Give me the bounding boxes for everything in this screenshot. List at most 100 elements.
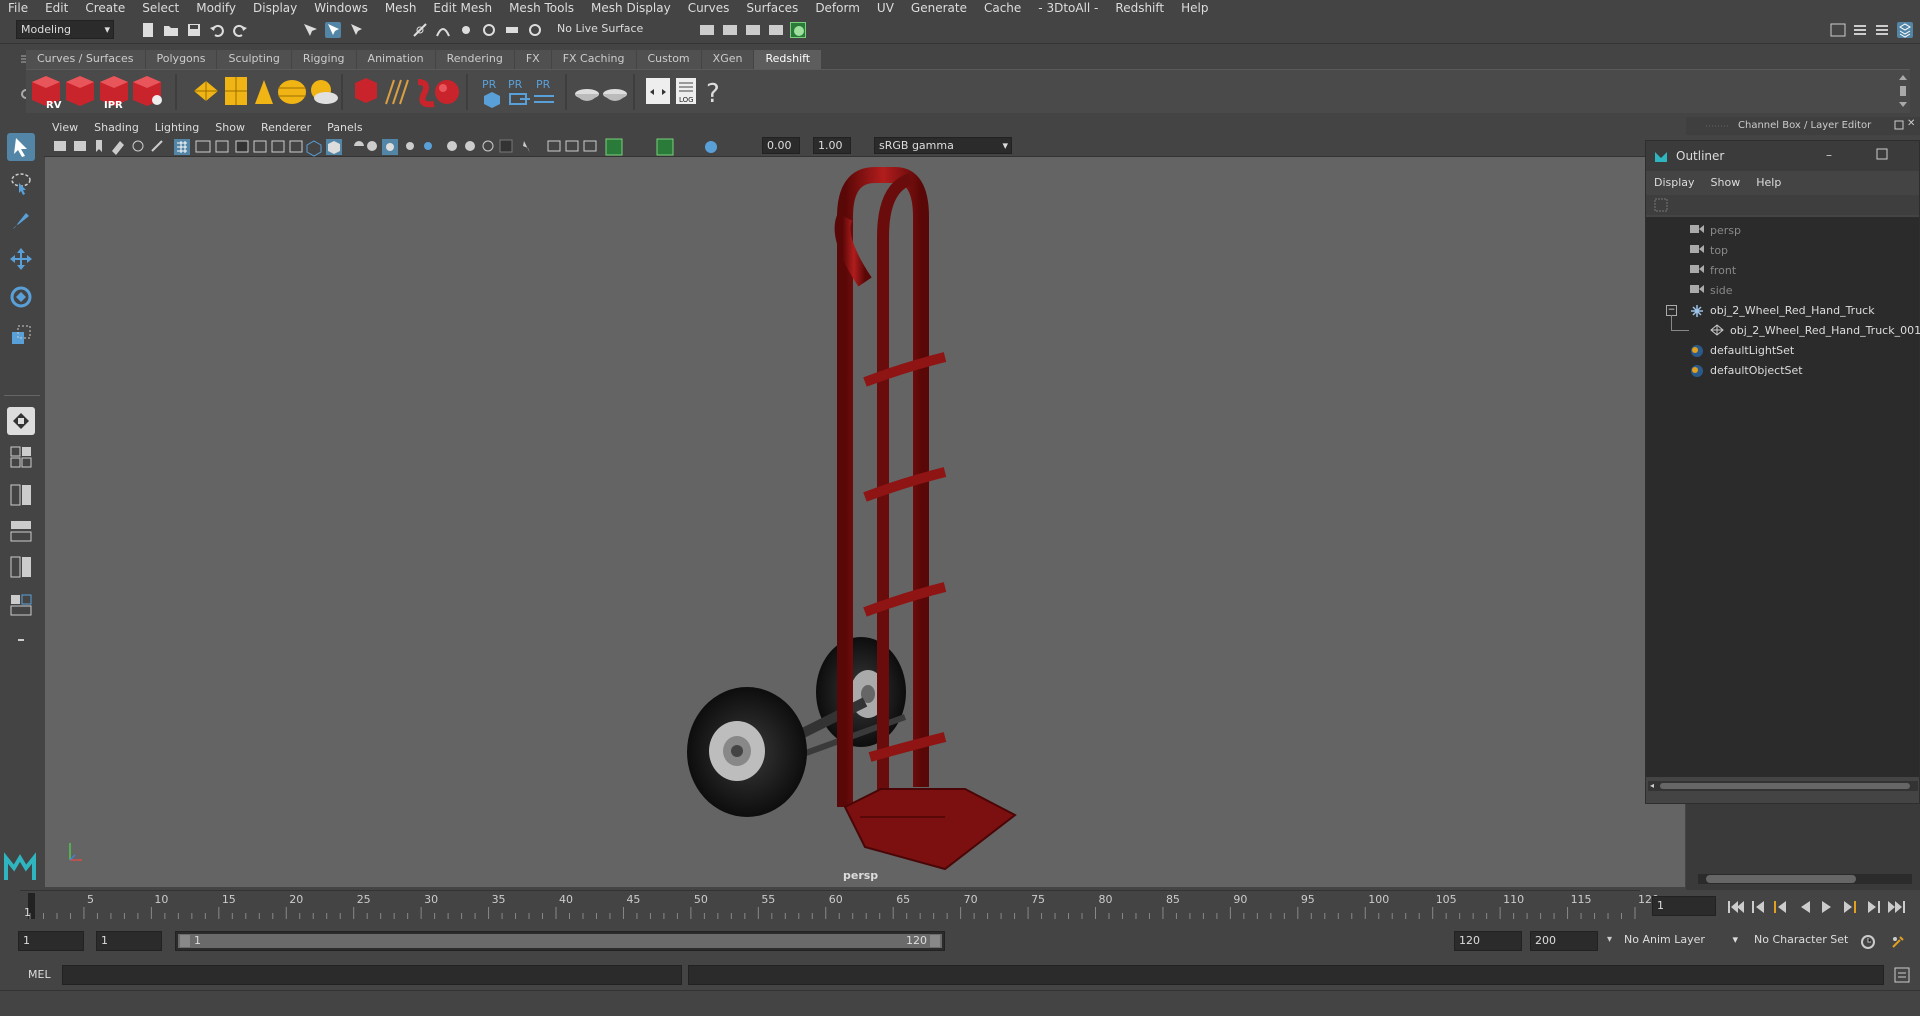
menu-redshift[interactable]: Redshift (1107, 0, 1173, 16)
snap-grid-icon[interactable] (412, 22, 428, 38)
range-end-grip[interactable] (930, 935, 940, 947)
maximize-icon[interactable] (1876, 148, 1888, 163)
outliner-item-obj-2-wheel-red-hand-truck-001[interactable]: obj_2_Wheel_Red_Hand_Truck_001 (1646, 315, 1920, 341)
snap-live-icon[interactable] (527, 22, 543, 38)
help-icon[interactable]: ? (706, 79, 720, 109)
menu-help[interactable]: Help (1173, 0, 1217, 16)
film-gate-icon[interactable] (195, 140, 211, 153)
menu-modify[interactable]: Modify (188, 0, 245, 16)
shelf-tab-fx[interactable]: FX (514, 50, 551, 69)
rs-render-icon[interactable] (66, 76, 94, 106)
shadows-icon[interactable] (406, 142, 414, 150)
rs-hair-icon[interactable] (385, 79, 409, 105)
new-scene-icon[interactable] (140, 22, 156, 38)
rs-pr-export-icon[interactable] (509, 93, 530, 105)
shelf-tab-rigging[interactable]: Rigging (291, 50, 356, 69)
menu-mesh-tools[interactable]: Mesh Tools (501, 0, 583, 16)
menu-edit[interactable]: Edit (37, 0, 77, 16)
channel-box-toggle-icon[interactable] (1897, 22, 1913, 38)
panel-menu-show[interactable]: Show (207, 121, 253, 134)
chevron-down-icon[interactable]: ▾ (1607, 934, 1612, 945)
shelf-scroll-arrows[interactable] (1898, 72, 1908, 110)
2d-pan-zoom-icon[interactable] (132, 140, 144, 152)
range-slider[interactable]: 1 120 (175, 931, 945, 951)
snap-surface-icon[interactable] (504, 22, 520, 38)
gamma-toggle-icon[interactable] (656, 138, 674, 156)
backface-icon[interactable] (583, 140, 597, 152)
go-to-start-icon[interactable] (1728, 901, 1744, 913)
textured-icon[interactable] (367, 141, 377, 151)
rs-dome-light-icon[interactable] (278, 80, 306, 104)
outliner-hscrollbar[interactable]: ◂ (1648, 781, 1918, 791)
command-input[interactable] (62, 965, 682, 985)
step-back-icon[interactable] (1752, 901, 1764, 913)
step-forward-key-icon[interactable] (1844, 901, 1856, 913)
shelf-tab-curves-surfaces[interactable]: Curves / Surfaces (26, 50, 145, 69)
menu-display[interactable]: Display (245, 0, 306, 16)
time-slider[interactable]: 5 10 15 20 25 30 35 40 45 50 55 60 65 70 75 80 85 90 95 100… (20, 890, 1659, 920)
move-tool-icon[interactable] (7, 245, 35, 273)
ipr-render-icon[interactable] (745, 22, 761, 38)
xray-icon[interactable] (523, 141, 530, 153)
grease-pencil-icon[interactable] (151, 140, 163, 152)
bookmark-icon[interactable] (96, 140, 102, 152)
safe-action-icon[interactable] (271, 140, 285, 153)
camera-attributes-icon[interactable] (74, 141, 86, 151)
toolbox-more-icon[interactable] (7, 631, 35, 649)
hypershade-icon[interactable] (790, 22, 806, 38)
animation-end-field[interactable]: 200 (1530, 931, 1598, 951)
shelf-tab-fx-caching[interactable]: FX Caching (551, 50, 636, 69)
gamma-field[interactable]: 1.00 (813, 137, 851, 154)
menu-cache[interactable]: Cache (976, 0, 1030, 16)
minimize-icon[interactable]: – (1826, 148, 1832, 162)
step-back-key-icon[interactable] (1774, 901, 1786, 913)
step-forward-icon[interactable] (1868, 901, 1880, 913)
menuset-dropdown[interactable]: Modeling ▾ (16, 20, 114, 39)
play-back-icon[interactable] (1801, 901, 1810, 913)
wireframe-icon[interactable] (306, 140, 322, 157)
float-icon[interactable] (1894, 119, 1904, 134)
live-surface-field[interactable]: No Live Surface (553, 20, 653, 39)
menu-generate[interactable]: Generate (903, 0, 976, 16)
menu-3dtoall[interactable]: - 3DtoAll - (1030, 0, 1107, 16)
menu-file[interactable]: File (0, 0, 37, 16)
safe-title-icon[interactable] (289, 140, 303, 153)
panel-menu-view[interactable]: View (44, 121, 86, 134)
panel-menu-renderer[interactable]: Renderer (253, 121, 319, 134)
menu-mesh[interactable]: Mesh (377, 0, 426, 16)
shelf-tab-redshift[interactable]: Redshift (754, 50, 822, 69)
single-perspective-layout-icon[interactable] (7, 407, 35, 435)
scale-tool-icon[interactable] (7, 321, 35, 349)
rs-pr-import-icon[interactable] (534, 95, 554, 103)
wireframe-on-shaded-icon[interactable] (354, 141, 364, 146)
snap-point-icon[interactable] (458, 22, 474, 38)
playback-start-field[interactable]: 1 (96, 931, 162, 951)
paint-select-tool-icon[interactable] (7, 207, 35, 235)
open-scene-icon[interactable] (163, 22, 179, 38)
outliner-item-persp[interactable]: persp (1646, 221, 1919, 241)
menu-edit-mesh[interactable]: Edit Mesh (425, 0, 501, 16)
rotate-tool-icon[interactable] (7, 283, 35, 311)
xray-joints-icon[interactable] (547, 140, 561, 152)
field-chart-icon[interactable] (253, 140, 267, 153)
outliner-hscroll-thumb[interactable] (1660, 783, 1910, 789)
playback-end-field[interactable]: 120 (1454, 931, 1522, 951)
color-management-icon[interactable] (705, 141, 717, 153)
outliner-menu-help[interactable]: Help (1748, 176, 1789, 189)
persp-graph-layout-icon[interactable] (7, 591, 35, 619)
menu-surfaces[interactable]: Surfaces (738, 0, 807, 16)
anim-layer-dropdown[interactable]: No Anim Layer ▾ (1620, 931, 1740, 951)
save-scene-icon[interactable] (186, 22, 202, 38)
rs-sphere-icon[interactable] (435, 80, 459, 104)
script-language-toggle[interactable]: MEL (28, 968, 51, 981)
auto-key-icon[interactable] (1860, 934, 1876, 950)
render-settings-icon[interactable] (699, 22, 715, 38)
range-slider-handle[interactable]: 1 120 (178, 934, 942, 948)
menu-curves[interactable]: Curves (680, 0, 739, 16)
exposure-field[interactable]: 0.00 (762, 137, 800, 154)
lasso-tool-icon[interactable] (7, 169, 35, 197)
rs-script-icon[interactable] (646, 78, 670, 104)
snap-curve-icon[interactable] (435, 22, 451, 38)
current-frame-field[interactable]: 1 (1652, 896, 1716, 916)
resolution-gate-icon[interactable] (215, 140, 229, 153)
